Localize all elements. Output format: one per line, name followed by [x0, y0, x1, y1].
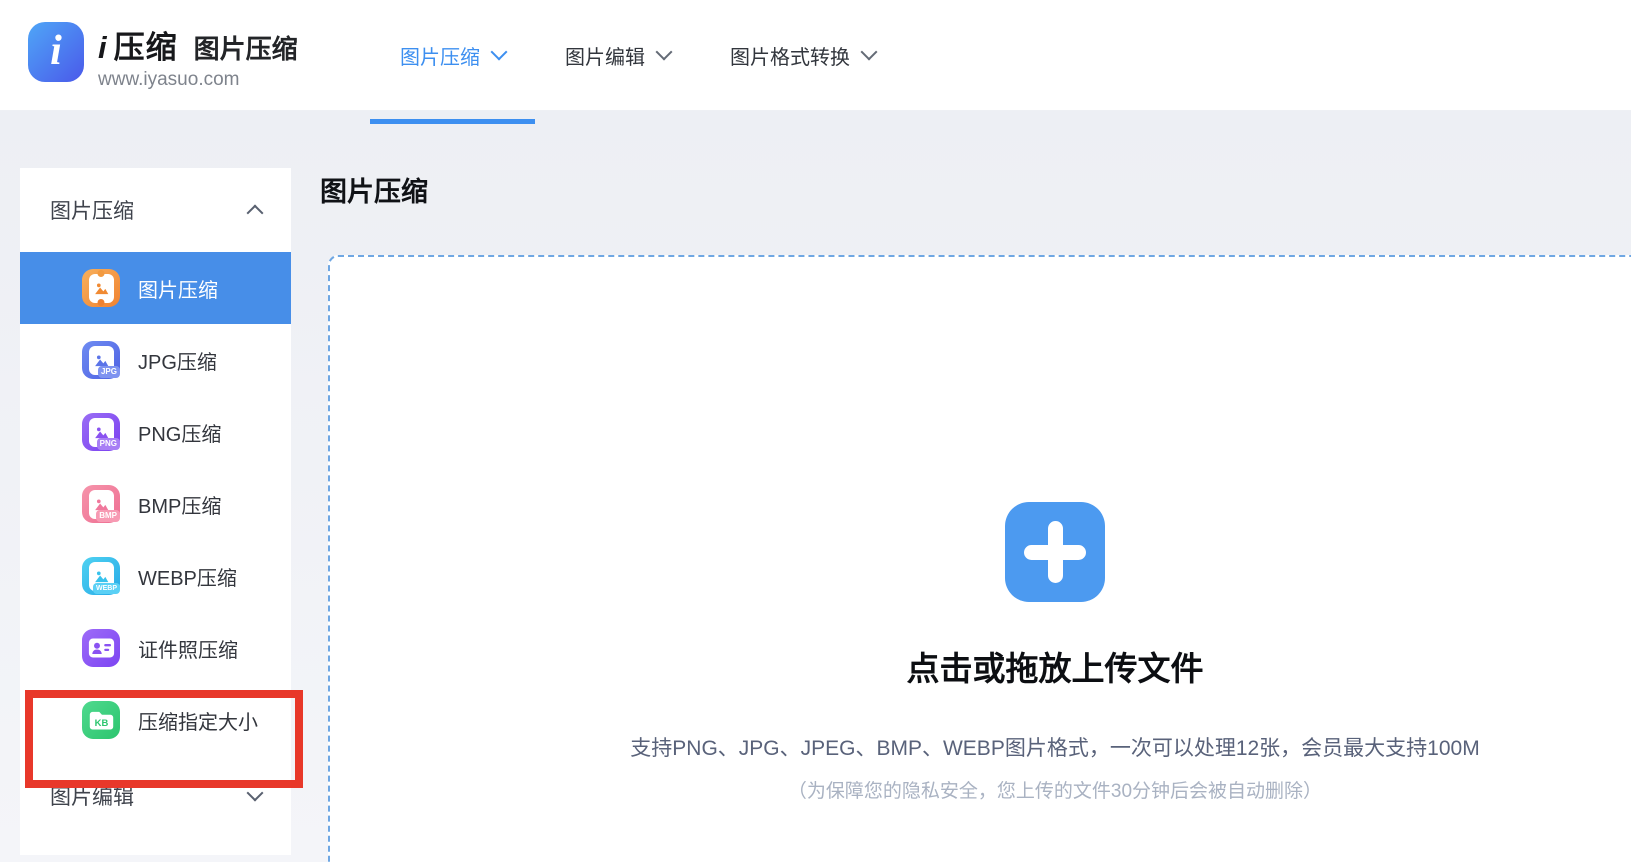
- sidebar-item-label: WEBP压缩: [138, 562, 237, 591]
- sidebar-item-label: 图片压缩: [138, 274, 218, 303]
- webp-image-icon: WEBP: [82, 557, 120, 595]
- chevron-down-icon: [491, 44, 508, 61]
- upload-hint: 支持PNG、JPG、JPEG、BMP、WEBP图片格式，一次可以处理12张，会员…: [630, 732, 1479, 762]
- tab-label: 图片格式转换: [730, 41, 850, 70]
- brand-text: i 压缩 图片压缩 www.iyasuo.com: [98, 22, 298, 91]
- sidebar-item-label: 证件照压缩: [138, 634, 238, 663]
- active-tab-underline: [370, 119, 535, 124]
- png-image-icon: PNG: [82, 413, 120, 451]
- chevron-up-icon: [247, 204, 264, 221]
- highlight-rectangle: [25, 690, 303, 788]
- tab-label: 图片编辑: [565, 41, 645, 70]
- sidebar-item-label: JPG压缩: [138, 346, 217, 375]
- sidebar-item-jpg-compress[interactable]: JPG JPG压缩: [20, 324, 291, 396]
- sidebar-item-webp-compress[interactable]: WEBP WEBP压缩: [20, 540, 291, 612]
- jpg-badge: JPG: [98, 366, 120, 378]
- upload-title: 点击或拖放上传文件: [907, 642, 1204, 690]
- id-photo-icon: [82, 629, 120, 667]
- chevron-down-icon: [861, 44, 878, 61]
- png-badge: PNG: [97, 438, 120, 450]
- jpg-image-icon: JPG: [82, 341, 120, 379]
- sidebar-item-label: BMP压缩: [138, 490, 221, 519]
- brand-name-prefix: i: [98, 30, 107, 66]
- page-title: 图片压缩: [320, 170, 428, 209]
- sidebar-item-id-photo-compress[interactable]: 证件照压缩: [20, 612, 291, 684]
- tab-label: 图片压缩: [400, 41, 480, 70]
- sidebar-item-bmp-compress[interactable]: BMP BMP压缩: [20, 468, 291, 540]
- tab-image-compress[interactable]: 图片压缩: [370, 0, 535, 124]
- upload-dropzone[interactable]: 点击或拖放上传文件 支持PNG、JPG、JPEG、BMP、WEBP图片格式，一次…: [328, 255, 1631, 862]
- tab-image-edit[interactable]: 图片编辑: [535, 0, 700, 124]
- brand-logo-letter: i: [50, 30, 62, 72]
- brand-name: 压缩: [114, 22, 178, 67]
- bmp-badge: BMP: [96, 510, 120, 522]
- sidebar-group-image-compress[interactable]: 图片压缩: [20, 168, 291, 252]
- brand-subtitle: 图片压缩: [194, 29, 298, 66]
- header: i i 压缩 图片压缩 www.iyasuo.com 图片压缩 图片编辑: [0, 0, 1631, 111]
- chevron-down-icon: [656, 44, 673, 61]
- tab-image-format-convert[interactable]: 图片格式转换: [700, 0, 905, 124]
- sidebar-item-label: PNG压缩: [138, 418, 221, 447]
- add-files-button[interactable]: [1005, 502, 1105, 602]
- upload-privacy-note: （为保障您的隐私安全，您上传的文件30分钟后会被自动删除）: [788, 776, 1322, 803]
- image-compress-icon: [82, 269, 120, 307]
- sidebar-item-png-compress[interactable]: PNG PNG压缩: [20, 396, 291, 468]
- webp-badge: WEBP: [93, 583, 120, 594]
- plus-icon: [1048, 521, 1063, 583]
- page: i i 压缩 图片压缩 www.iyasuo.com 图片压缩 图片编辑: [0, 0, 1631, 862]
- brand-logo-icon: i: [28, 22, 84, 82]
- top-nav: 图片压缩 图片编辑 图片格式转换: [370, 0, 905, 110]
- sidebar-group-label: 图片压缩: [50, 195, 134, 225]
- brand-logo[interactable]: i i 压缩 图片压缩 www.iyasuo.com: [28, 22, 298, 91]
- sidebar-item-image-compress[interactable]: 图片压缩: [20, 252, 291, 324]
- bmp-image-icon: BMP: [82, 485, 120, 523]
- brand-url: www.iyasuo.com: [98, 69, 298, 91]
